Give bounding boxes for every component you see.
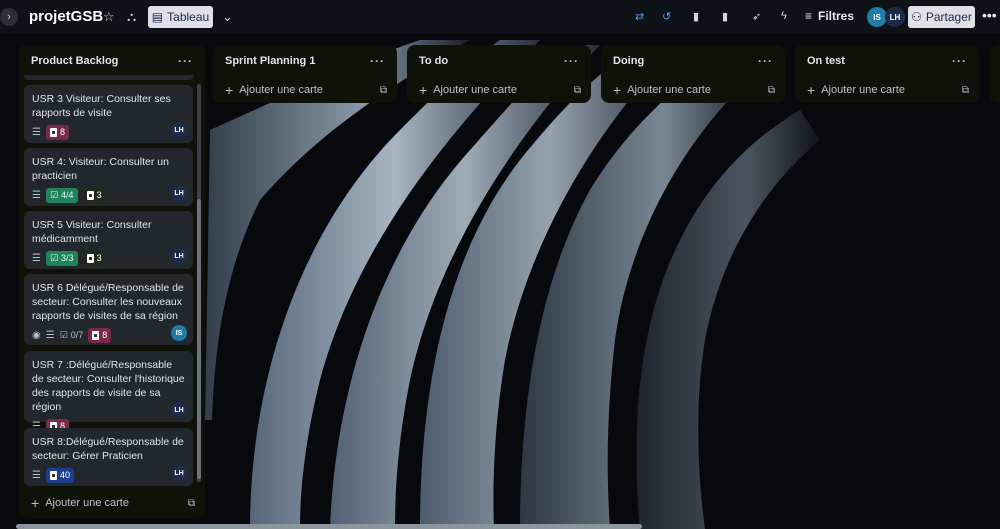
board-icon: ▤ [151,10,164,24]
checklist-badge: ☑ 3/3 [45,250,78,266]
card-partial[interactable] [24,75,194,80]
ellipsis-icon[interactable]: ••• [982,7,997,23]
list-title[interactable]: To do [419,55,448,67]
card[interactable]: USR 5 Visiteur: Consulter médicamment ☰ … [24,211,193,269]
avatar[interactable]: LH [171,402,187,418]
template-icon[interactable]: ⧉ [574,85,581,96]
description-icon: ☰ [32,126,41,138]
checkbox-icon: ☑ [49,252,59,263]
view-label: Tableau [167,10,210,24]
rocket-icon[interactable]: ➶ [752,10,761,23]
workspace-icon[interactable]: ⛬ [127,9,136,25]
checkbox-icon: ☑ [49,189,59,200]
plus-icon: + [613,82,622,98]
template-icon[interactable]: ⧉ [380,85,387,96]
filters-button[interactable]: ≡ Filtres [805,9,854,23]
points-badge: 3 [82,187,106,203]
checklist-badge: ☑ 0/7 [59,329,84,341]
description-icon: ☰ [45,329,55,341]
avatar[interactable]: LH [171,185,187,201]
points-icon [49,470,57,480]
points-badge: 3 [82,250,106,266]
automation-icon[interactable]: ⇄ [635,10,644,23]
list-sprint-planning-1: Sprint Planning 1 ··· + Ajouter une cart… [213,45,397,103]
lightning-icon[interactable]: ϟ [781,10,787,22]
filter-icon: ≡ [805,9,813,23]
card[interactable]: USR 7 :Délégué/Responsable de secteur: C… [24,351,193,434]
card[interactable]: USR 4: Visiteur: Consulter un practicien… [24,148,193,206]
board-header: › projetGSB ☆ ⛬ ▤ Tableau ⌄ ⇄ ↺ ▮ ▮ ➶ ϟ … [0,0,1000,34]
points-icon [86,253,94,263]
person-add-icon: ⚇ [911,10,922,24]
chevron-down-icon[interactable]: ⌄ [222,9,233,25]
card-list: USR 3 Visiteur: Consulter ses rapports d… [24,85,194,495]
board-horizontal-scrollbar[interactable] [16,524,642,529]
list-doing: Doing ··· + Ajouter une carte ⧉ [601,45,785,103]
star-icon[interactable]: ☆ [103,9,115,25]
share-button[interactable]: ⚇ Partager [908,6,975,28]
add-card-button[interactable]: + Ajouter une carte ⧉ [407,77,591,103]
description-icon: ☰ [32,252,41,264]
card[interactable]: USR 3 Visiteur: Consulter ses rapports d… [24,85,193,143]
ellipsis-icon[interactable]: ··· [758,54,773,68]
ellipsis-icon[interactable]: ··· [564,54,579,68]
list-title[interactable]: On test [807,55,845,67]
avatar[interactable]: LH [171,465,187,481]
ellipsis-icon[interactable]: ··· [178,54,193,68]
plus-icon: + [225,82,234,98]
list-scrollbar[interactable] [197,84,201,482]
powerup-points-icon[interactable]: ▮ [722,10,728,23]
list-title[interactable]: Sprint Planning 1 [225,55,315,67]
view-switcher-button[interactable]: ▤ Tableau [148,6,213,28]
list-title[interactable]: Product Backlog [31,55,118,67]
scrollbar-thumb[interactable] [197,199,201,479]
list-partial-offscreen [990,45,1000,103]
list-on-test: On test ··· + Ajouter une carte ⧉ [795,45,979,103]
checklist-badge: ☑ 4/4 [45,187,78,203]
ellipsis-icon[interactable]: ··· [370,54,385,68]
list-to-do: To do ··· + Ajouter une carte ⧉ [407,45,591,103]
points-icon [92,330,100,340]
plus-icon: + [31,495,40,511]
template-icon[interactable]: ⧉ [962,85,969,96]
board-title[interactable]: projetGSB [29,8,103,25]
add-card-button[interactable]: + Ajouter une carte ⧉ [19,490,205,516]
list-product-backlog: Product Backlog ··· USR 3 Visiteur: Cons… [19,45,205,518]
points-badge: 8 [45,124,69,140]
description-icon: ☰ [32,189,41,201]
add-card-button[interactable]: + Ajouter une carte ⧉ [795,77,979,103]
avatar[interactable]: LH [885,7,905,27]
ellipsis-icon[interactable]: ··· [952,54,967,68]
avatar[interactable]: LH [171,248,187,264]
plus-icon: + [419,82,428,98]
avatar[interactable]: LH [171,122,187,138]
sync-icon[interactable]: ↺ [662,10,671,23]
eye-icon: ◉ [32,329,41,341]
add-card-button[interactable]: + Ajouter une carte ⧉ [213,77,397,103]
card[interactable]: USR 8:Délégué/Responsable de secteur: Gé… [24,428,193,486]
points-icon [86,190,94,200]
chevron-right-icon[interactable]: › [0,8,18,26]
description-icon: ☰ [32,469,41,481]
plus-icon: + [807,82,816,98]
points-badge: 8 [88,327,112,343]
checkbox-icon: ☑ [59,329,68,340]
avatar[interactable]: IS [171,325,187,341]
avatar[interactable]: IS [867,7,887,27]
template-icon[interactable]: ⧉ [768,85,775,96]
powerup-card-icon[interactable]: ▮ [693,10,699,23]
template-icon[interactable]: ⧉ [188,498,195,509]
add-card-button[interactable]: + Ajouter une carte ⧉ [601,77,785,103]
card[interactable]: USR 6 Délégué/Responsable de secteur: Co… [24,274,193,345]
points-icon [49,127,57,137]
list-title[interactable]: Doing [613,55,644,67]
points-badge: 40 [45,467,74,483]
